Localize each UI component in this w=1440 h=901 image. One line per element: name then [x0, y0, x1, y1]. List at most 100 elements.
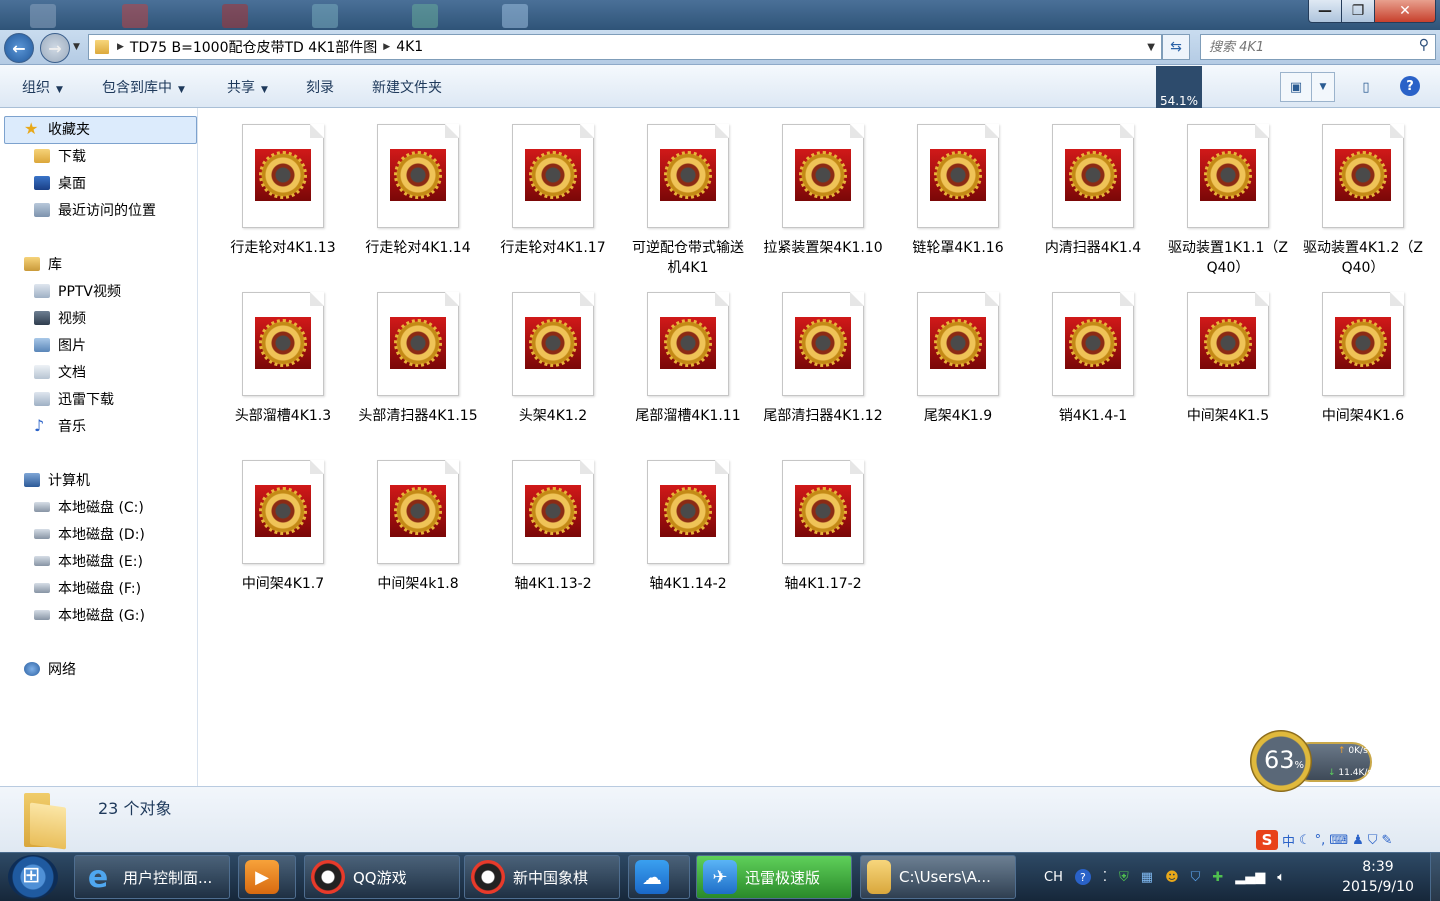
breadcrumb-item[interactable]: TD75 B=1000配仓皮带TD 4K1部件图 — [130, 37, 377, 57]
network-adapter-icon[interactable]: ▦ — [1141, 870, 1153, 885]
music-icon: ♪ — [34, 416, 45, 435]
qq-tray-icon[interactable]: ☻ — [1165, 870, 1179, 885]
taskbar-thunder[interactable]: ✈ 迅雷极速版 — [696, 855, 852, 899]
file-item[interactable]: 中间架4K1.6 — [1298, 292, 1428, 426]
show-desktop-button[interactable] — [1430, 853, 1440, 901]
file-item[interactable]: 尾部溜槽4K1.11 — [623, 292, 753, 426]
nav-pptv-video[interactable]: PPTV视频 — [34, 280, 121, 302]
nav-libraries[interactable]: 库 — [24, 253, 62, 275]
antivirus-icon[interactable]: ✚ — [1212, 870, 1223, 885]
shield-icon[interactable]: ⛨ — [1119, 870, 1129, 885]
start-button[interactable] — [8, 855, 58, 899]
file-item[interactable]: 可逆配仓带式输送机4K1 — [623, 124, 753, 278]
file-item[interactable]: 驱动装置4K1.2（ZQ40） — [1298, 124, 1428, 278]
burn-button[interactable]: 刻录 — [306, 77, 334, 97]
search-box[interactable]: ⚲ — [1200, 34, 1436, 60]
file-item[interactable]: 轴4K1.17-2 — [758, 460, 888, 594]
taskbar-explorer[interactable]: C:\Users\A... — [860, 855, 1016, 899]
sogou-logo-icon[interactable]: S — [1256, 830, 1278, 850]
file-item[interactable]: 头部溜槽4K1.3 — [218, 292, 348, 426]
file-item[interactable]: 轴4K1.14-2 — [623, 460, 753, 594]
taskbar-ie[interactable]: e 用户控制面... — [74, 855, 230, 899]
security-shield-icon[interactable]: ⛉ — [1191, 870, 1201, 885]
taskbar-media-player[interactable]: ▶ — [238, 855, 296, 899]
organize-menu[interactable]: 组织 ▼ — [22, 77, 63, 97]
nav-drive-c[interactable]: 本地磁盘 (C:) — [34, 496, 144, 518]
file-item[interactable]: 头部清扫器4K1.15 — [353, 292, 483, 426]
nav-drive-e[interactable]: 本地磁盘 (E:) — [34, 550, 143, 572]
system-clock[interactable]: 8:39 2015/9/10 — [1330, 857, 1426, 897]
file-item[interactable]: 驱动装置1K1.1（ZQ40） — [1163, 124, 1293, 278]
close-button[interactable]: ✕ — [1374, 0, 1436, 23]
tray-options-icon[interactable]: ⁚ — [1103, 870, 1107, 885]
taskbar-chinese-chess[interactable]: 新中国象棋 — [464, 855, 620, 899]
address-bar[interactable]: ▶ TD75 B=1000配仓皮带TD 4K1部件图 ▶ 4K1 ▼ — [88, 34, 1162, 60]
file-item[interactable]: 尾架4K1.9 — [893, 292, 1023, 426]
file-item[interactable]: 中间架4K1.5 — [1163, 292, 1293, 426]
search-input[interactable] — [1207, 36, 1411, 58]
help-icon[interactable]: ? — [1400, 76, 1420, 96]
wrench-icon[interactable]: ✎ — [1382, 833, 1393, 848]
breadcrumb-item[interactable]: 4K1 — [396, 39, 423, 55]
nav-network[interactable]: 网络 — [24, 658, 76, 680]
nav-thunder-downloads[interactable]: 迅雷下载 — [34, 388, 114, 410]
back-button[interactable]: ← — [4, 33, 34, 63]
include-in-library-label: 包含到库中 — [102, 80, 172, 96]
shirt-icon[interactable]: ⛉ — [1368, 833, 1378, 848]
maximize-button[interactable]: ❐ — [1341, 0, 1375, 23]
punctuation-icon[interactable]: °, — [1315, 833, 1326, 848]
file-item[interactable]: 链轮罩4K1.16 — [893, 124, 1023, 258]
nav-videos[interactable]: 视频 — [34, 307, 86, 329]
nav-drive-d[interactable]: 本地磁盘 (D:) — [34, 523, 145, 545]
preview-pane-button[interactable]: ▯ — [1350, 72, 1382, 102]
nav-computer[interactable]: 计算机 — [24, 469, 90, 491]
nav-favorites[interactable]: ★ 收藏夹 — [24, 118, 90, 140]
new-folder-button[interactable]: 新建文件夹 — [372, 77, 442, 97]
moon-icon[interactable]: ☾ — [1299, 833, 1311, 848]
nav-recent-places[interactable]: 最近访问的位置 — [34, 199, 156, 221]
search-icon[interactable]: ⚲ — [1419, 37, 1429, 53]
minimize-button[interactable]: — — [1308, 0, 1342, 23]
nav-downloads[interactable]: 下载 — [34, 145, 86, 167]
nav-drive-g[interactable]: 本地磁盘 (G:) — [34, 604, 145, 626]
file-item[interactable]: 中间架4k1.8 — [353, 460, 483, 594]
ime-language[interactable]: 中 — [1282, 831, 1295, 850]
user-icon[interactable]: ♟ — [1352, 833, 1364, 848]
keyboard-icon[interactable]: ⌨ — [1329, 833, 1348, 848]
chevron-right-icon[interactable]: ▶ — [117, 42, 124, 52]
language-indicator[interactable]: CH — [1044, 870, 1063, 885]
share-menu[interactable]: 共享 ▼ — [227, 77, 268, 97]
file-item[interactable]: 内清扫器4K1.4 — [1028, 124, 1158, 258]
file-item[interactable]: 中间架4K1.7 — [218, 460, 348, 594]
file-item[interactable]: 拉紧装置架4K1.10 — [758, 124, 888, 258]
file-item[interactable]: 销4K1.4-1 — [1028, 292, 1158, 426]
file-item[interactable]: 行走轮对4K1.17 — [488, 124, 618, 258]
change-view-button[interactable]: ▣ — [1280, 72, 1312, 102]
include-in-library-menu[interactable]: 包含到库中 ▼ — [102, 77, 185, 97]
gear-document-icon — [917, 292, 999, 396]
file-item[interactable]: 尾部清扫器4K1.12 — [758, 292, 888, 426]
file-item[interactable]: 头架4K1.2 — [488, 292, 618, 426]
nav-music[interactable]: ♪ 音乐 — [34, 415, 86, 437]
file-name: 头架4K1.2 — [518, 408, 588, 424]
file-item[interactable]: 行走轮对4K1.14 — [353, 124, 483, 258]
taskbar-qq-games[interactable]: QQ游戏 — [304, 855, 460, 899]
forward-button[interactable]: → — [40, 33, 70, 63]
signal-icon[interactable]: ▂▄▆ — [1235, 870, 1265, 885]
volume-icon[interactable]: 🔈︎ — [1277, 870, 1285, 885]
nav-documents[interactable]: 文档 — [34, 361, 86, 383]
nav-desktop[interactable]: 桌面 — [34, 172, 86, 194]
network-speed-widget[interactable]: 63% ↑ 0K/s ↓ 11.4K/s — [1250, 730, 1374, 794]
file-item[interactable]: 轴4K1.13-2 — [488, 460, 618, 594]
arrow-up-icon: ↑ — [1338, 746, 1346, 756]
nav-pictures[interactable]: 图片 — [34, 334, 86, 356]
address-dropdown-icon[interactable]: ▼ — [1147, 42, 1155, 53]
help-icon[interactable]: ? — [1074, 869, 1091, 885]
refresh-button[interactable]: ⇆ — [1162, 34, 1190, 60]
view-options-dropdown[interactable]: ▼ — [1311, 72, 1335, 102]
chevron-right-icon[interactable]: ▶ — [383, 42, 390, 52]
taskbar-cloud[interactable]: ☁ — [628, 855, 690, 899]
recent-pages-dropdown-icon[interactable]: ▼ — [73, 42, 80, 52]
file-item[interactable]: 行走轮对4K1.13 — [218, 124, 348, 258]
nav-drive-f[interactable]: 本地磁盘 (F:) — [34, 577, 141, 599]
